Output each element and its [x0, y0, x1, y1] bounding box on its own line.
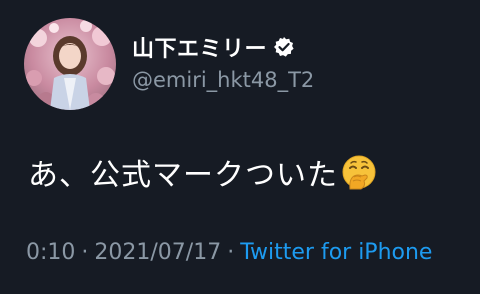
tweet-date[interactable]: 2021/07/17 — [94, 240, 221, 265]
tweet-source-link[interactable]: Twitter for iPhone — [240, 240, 432, 265]
display-name-row[interactable]: 山下エミリー — [132, 30, 295, 64]
user-handle[interactable]: @emiri_hkt48_T2 — [132, 68, 314, 92]
meta-separator: · — [227, 240, 235, 265]
tweet-card: 山下エミリー @emiri_hkt48_T2 あ、公式マークついた 0:10 ·… — [0, 0, 480, 294]
tweet-text: あ、公式マークついた — [28, 158, 338, 193]
tweet-meta: 0:10 · 2021/07/17 · Twitter for iPhone — [26, 240, 432, 265]
tweet-time[interactable]: 0:10 — [26, 240, 75, 265]
verified-badge-icon — [273, 36, 295, 58]
meta-separator: · — [81, 240, 89, 265]
display-name[interactable]: 山下エミリー — [132, 31, 267, 63]
tweet-body: あ、公式マークついた — [28, 152, 378, 193]
face-with-hand-over-mouth-icon — [340, 153, 378, 191]
avatar[interactable] — [24, 18, 116, 110]
